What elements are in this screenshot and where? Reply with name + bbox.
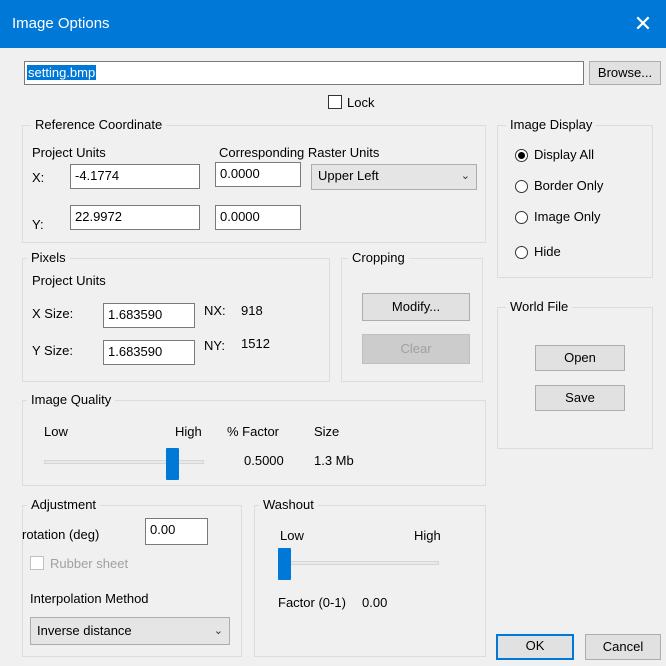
- chevron-down-icon: ⌄: [460, 170, 470, 182]
- interpolation-method-label: Interpolation Method: [30, 591, 149, 606]
- rotation-label: rotation (deg): [22, 527, 100, 542]
- border-only-radio[interactable]: [515, 180, 528, 193]
- cropping-legend: Cropping: [348, 250, 409, 266]
- washout-high-label: High: [414, 528, 441, 543]
- project-x-input[interactable]: -4.1774: [70, 164, 200, 189]
- ny-label: NY:: [204, 338, 225, 353]
- world-file-open-button[interactable]: Open: [535, 345, 625, 371]
- size-value: 1.3 Mb: [314, 453, 354, 468]
- world-file-legend: World File: [506, 299, 573, 315]
- close-icon[interactable]: ✕: [620, 0, 666, 48]
- chevron-down-icon: ⌄: [213, 625, 223, 637]
- washout-factor-label: Factor (0-1): [278, 595, 346, 610]
- washout-factor-value: 0.00: [362, 595, 388, 610]
- pixels-legend: Pixels: [27, 250, 70, 266]
- washout-legend: Washout: [259, 497, 318, 513]
- file-path-input[interactable]: setting.bmp: [24, 61, 584, 85]
- modify-button[interactable]: Modify...: [362, 293, 470, 321]
- border-only-label: Border Only: [534, 178, 604, 193]
- image-quality-group: Image Quality: [22, 392, 486, 486]
- quality-slider-thumb[interactable]: [166, 448, 179, 480]
- y-size-label: Y Size:: [32, 343, 73, 358]
- display-all-label: Display All: [534, 147, 594, 162]
- factor-header: % Factor: [227, 424, 280, 439]
- raster-x-input[interactable]: 0.0000: [215, 162, 301, 187]
- interpolation-method-select[interactable]: Inverse distance ⌄: [30, 617, 230, 645]
- nx-value: 918: [241, 303, 263, 318]
- world-file-save-button[interactable]: Save: [535, 385, 625, 411]
- reference-coordinate-legend: Reference Coordinate: [31, 117, 167, 133]
- browse-button[interactable]: Browse...: [589, 61, 661, 85]
- y-size-input[interactable]: 1.683590: [103, 340, 195, 365]
- file-path-selected-text: setting.bmp: [27, 65, 97, 80]
- washout-slider-thumb[interactable]: [278, 548, 291, 580]
- clear-button: Clear: [362, 334, 470, 364]
- image-quality-legend: Image Quality: [27, 392, 116, 408]
- raster-units-label: Corresponding Raster Units: [219, 145, 380, 160]
- raster-origin-select[interactable]: Upper Left ⌄: [311, 164, 477, 190]
- pixels-project-units-label: Project Units: [32, 273, 106, 288]
- hide-label: Hide: [534, 244, 561, 259]
- quality-low-label: Low: [44, 424, 68, 439]
- raster-origin-value: Upper Left: [318, 168, 379, 183]
- adjustment-legend: Adjustment: [27, 497, 101, 513]
- project-units-label: Project Units: [32, 145, 106, 160]
- raster-y-input[interactable]: 0.0000: [215, 205, 301, 230]
- window-title: Image Options: [12, 15, 110, 32]
- image-only-radio[interactable]: [515, 211, 528, 224]
- world-file-group: World File: [497, 299, 653, 449]
- nx-label: NX:: [204, 303, 226, 318]
- cancel-button[interactable]: Cancel: [585, 634, 661, 660]
- ok-button[interactable]: OK: [496, 634, 574, 660]
- washout-slider-track[interactable]: [279, 561, 439, 565]
- lock-label: Lock: [347, 95, 375, 110]
- lock-checkbox[interactable]: [328, 95, 342, 109]
- ny-value: 1512: [241, 336, 270, 351]
- x-size-label: X Size:: [32, 306, 74, 321]
- quality-high-label: High: [175, 424, 202, 439]
- image-display-legend: Image Display: [506, 117, 597, 133]
- title-bar: Image Options ✕: [0, 0, 666, 48]
- display-all-radio[interactable]: [515, 149, 528, 162]
- x-label: X:: [32, 170, 45, 185]
- washout-low-label: Low: [280, 528, 304, 543]
- rubber-sheet-checkbox: [30, 556, 44, 570]
- factor-value: 0.5000: [244, 453, 284, 468]
- rotation-input[interactable]: 0.00: [145, 518, 208, 545]
- hide-radio[interactable]: [515, 246, 528, 259]
- size-header: Size: [314, 424, 340, 439]
- y-label: Y:: [32, 217, 44, 232]
- project-y-input[interactable]: 22.9972: [70, 205, 200, 230]
- interpolation-method-value: Inverse distance: [37, 623, 132, 638]
- x-size-input[interactable]: 1.683590: [103, 303, 195, 328]
- rubber-sheet-label: Rubber sheet: [50, 556, 129, 571]
- quality-slider-track[interactable]: [44, 460, 204, 464]
- image-only-label: Image Only: [534, 209, 601, 224]
